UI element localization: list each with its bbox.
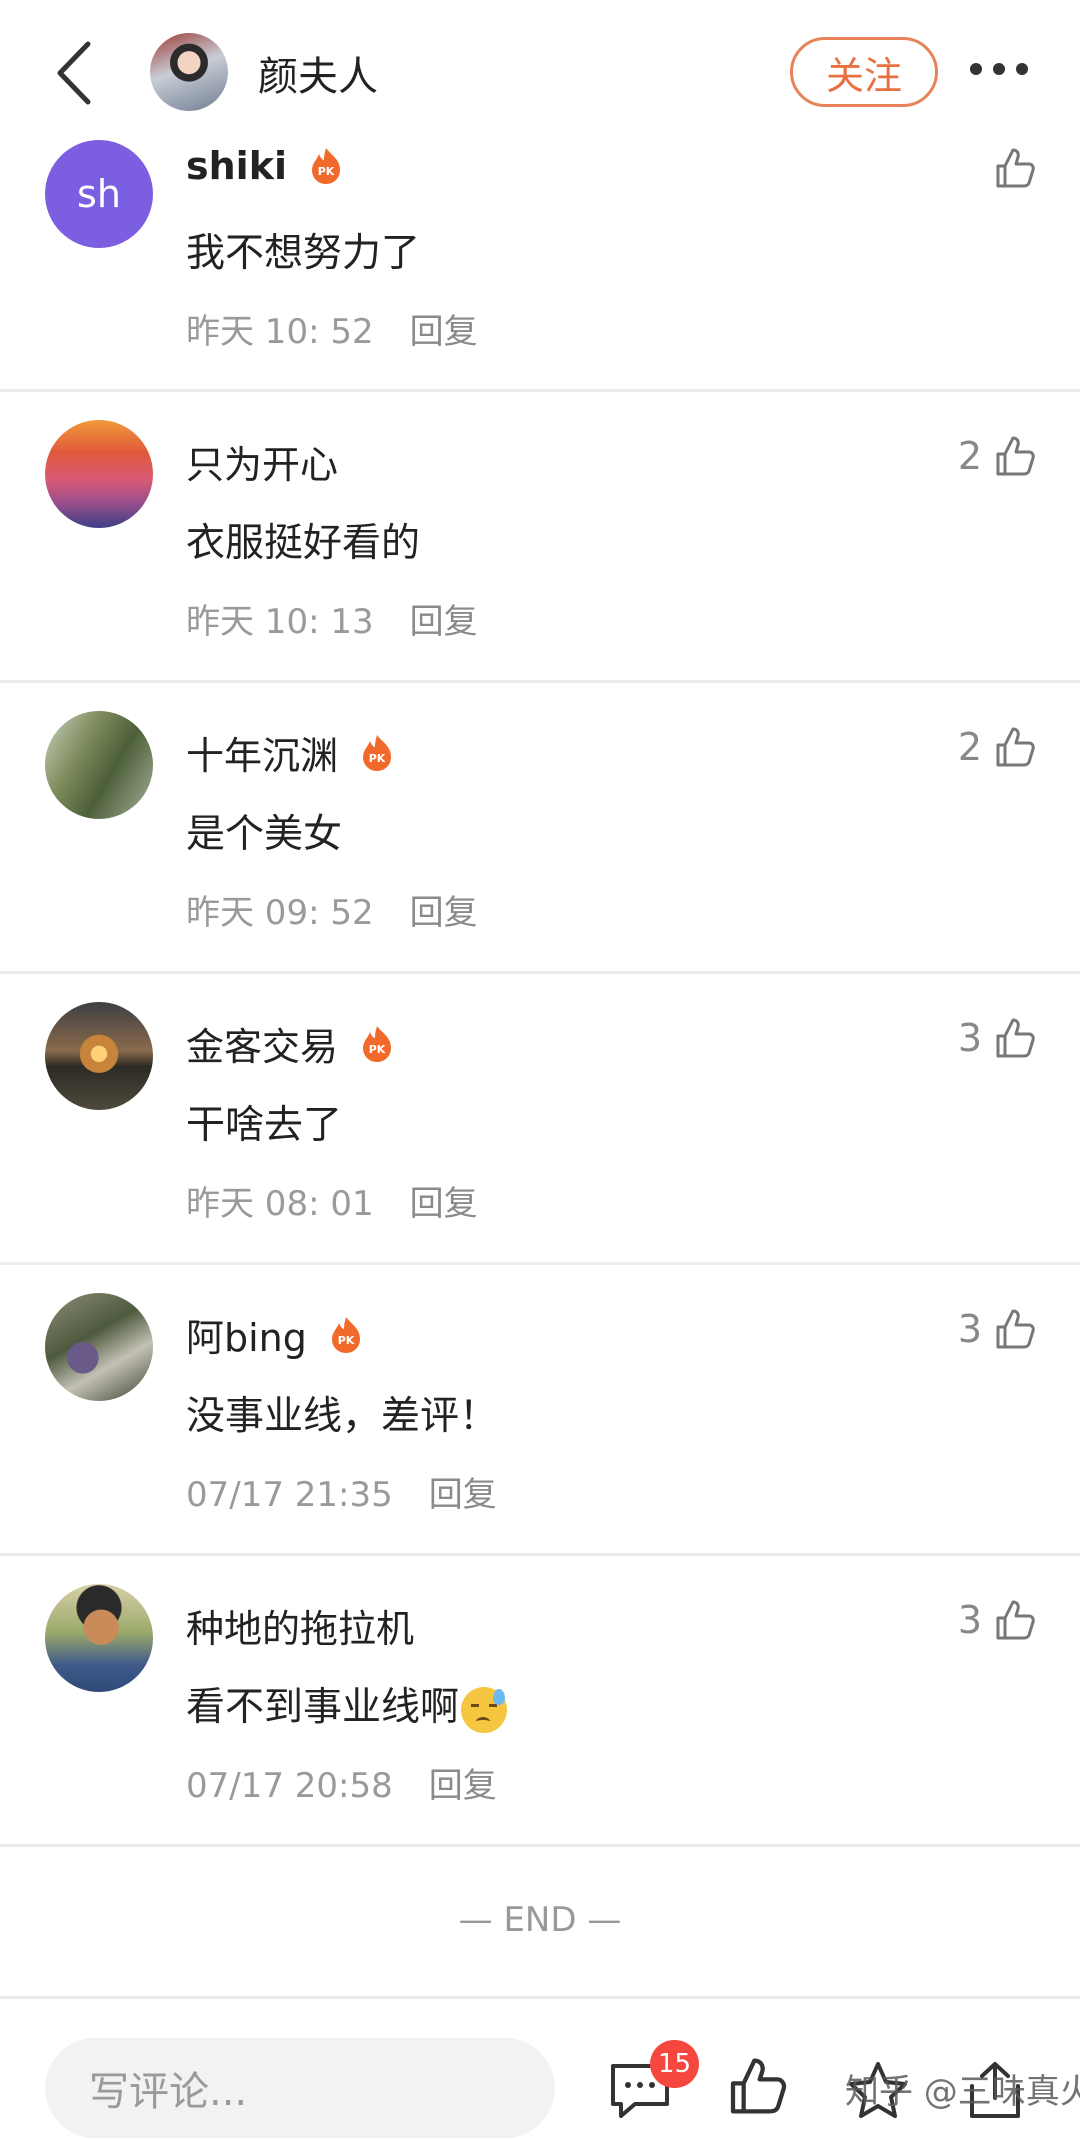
like-count: 2 [957, 725, 982, 769]
comment-author-name: 阿bing [186, 1316, 307, 1360]
pk-flame-icon: PK [360, 734, 394, 772]
like-button[interactable]: 3 [958, 1596, 1038, 1644]
comment-time: 07/17 20:58 [186, 1766, 393, 1806]
comment-meta: 昨天 08: 01 回复 [186, 1176, 478, 1225]
back-arrow-icon [57, 41, 91, 105]
comment-text: 是个美女 [186, 812, 343, 857]
avatar[interactable] [45, 1293, 153, 1401]
thumbs-up-icon [996, 1309, 1035, 1349]
comment-count-badge: 15 [650, 2040, 700, 2088]
comment-author-name: 十年沉渊 [186, 734, 339, 778]
comment-author[interactable]: 种地的拖拉机 [186, 1598, 414, 1653]
comment-author[interactable]: 只为开心 [186, 434, 338, 489]
thumbs-up-icon [730, 2058, 787, 2114]
reply-button[interactable]: 回复 [410, 312, 478, 352]
comment-meta: 昨天 10: 52 回复 [186, 304, 478, 353]
thumbs-up-icon [996, 148, 1035, 188]
divider [0, 1996, 1080, 1999]
avatar[interactable] [45, 420, 153, 528]
comment-meta: 昨天 09: 52 回复 [186, 885, 478, 934]
comment-time: 昨天 09: 52 [186, 893, 374, 933]
svg-text:PK: PK [318, 165, 335, 178]
sad-sweat-emoji [461, 1686, 508, 1733]
bottom-bar: 写评论... 15 知乎 @三味真火 [0, 2000, 1080, 2140]
comment-item: 阿bing PK 没事业线，差评！ 07/17 21:35 回复 3 [0, 1265, 1080, 1556]
comment-item: 只为开心 衣服挺好看的 昨天 10: 13 回复 2 [0, 392, 1080, 683]
comment-item: 种地的拖拉机 看不到事业线啊 07/17 20:58 回复 3 [0, 1556, 1080, 1847]
comment-time: 昨天 10: 13 [186, 602, 374, 642]
avatar[interactable] [45, 711, 153, 819]
like-button[interactable]: 2 [958, 723, 1038, 771]
comment-text: 我不想努力了 [186, 231, 421, 276]
avatar[interactable] [45, 1002, 153, 1110]
comment-author[interactable]: 金客交易 PK [186, 1016, 394, 1071]
like-count: 2 [957, 434, 982, 478]
comment-text: 没事业线，差评！ [186, 1394, 499, 1439]
reply-button[interactable]: 回复 [429, 1475, 497, 1515]
comment-author[interactable]: shiki PK [186, 144, 343, 188]
thumbs-up-icon [996, 1018, 1035, 1058]
reply-button[interactable]: 回复 [410, 1184, 478, 1224]
comment-input[interactable]: 写评论... [45, 2038, 555, 2138]
like-button[interactable]: 3 [958, 1305, 1038, 1353]
comment-time: 昨天 08: 01 [186, 1184, 374, 1224]
like-count: 3 [957, 1016, 982, 1060]
comment-item: sh shiki PK 我不想努力了 昨天 10: 52 回复 [0, 100, 1080, 392]
thumbs-up-icon [996, 727, 1035, 767]
watermark-text: 知乎 @三味真火 [845, 2072, 1080, 2112]
like-button[interactable] [982, 144, 1038, 192]
comment-item: 金客交易 PK 干啥去了 昨天 08: 01 回复 3 [0, 974, 1080, 1265]
svg-text:PK: PK [338, 1334, 355, 1347]
end-of-list-text: — END — [458, 1900, 622, 1940]
svg-text:PK: PK [369, 752, 386, 765]
like-button[interactable]: 3 [958, 1014, 1038, 1062]
author-name[interactable]: 颜夫人 [258, 44, 378, 102]
like-post-button[interactable] [725, 2052, 789, 2120]
like-button[interactable]: 2 [958, 432, 1038, 480]
comment-text: 衣服挺好看的 [186, 521, 421, 566]
comment-time: 昨天 10: 52 [186, 312, 374, 352]
comment-meta: 昨天 10: 13 回复 [186, 594, 478, 643]
avatar[interactable] [45, 1584, 153, 1692]
comment-meta: 07/17 21:35 回复 [186, 1467, 497, 1516]
thumbs-up-icon [996, 1600, 1035, 1640]
reply-button[interactable]: 回复 [410, 893, 478, 933]
top-bar: 颜夫人 关注 [0, 0, 1080, 140]
author-avatar[interactable] [150, 33, 228, 111]
svg-text:PK: PK [369, 1043, 386, 1056]
comment-text-content: 看不到事业线啊 [186, 1685, 460, 1730]
pk-flame-icon: PK [309, 147, 343, 185]
comment-author[interactable]: 阿bing PK [186, 1307, 363, 1362]
more-dots-icon[interactable] [970, 54, 1036, 84]
back-button[interactable] [50, 38, 100, 108]
like-count: 3 [957, 1307, 982, 1351]
reply-button[interactable]: 回复 [429, 1766, 497, 1806]
follow-button[interactable]: 关注 [790, 37, 938, 107]
comment-item: 十年沉渊 PK 是个美女 昨天 09: 52 回复 2 [0, 683, 1080, 974]
avatar[interactable]: sh [45, 140, 153, 248]
comment-author-name: 金客交易 [186, 1025, 339, 1069]
thumbs-up-icon [996, 436, 1035, 476]
comment-author[interactable]: 十年沉渊 PK [186, 725, 394, 780]
like-count: 3 [957, 1598, 982, 1642]
comment-author-name: 只为开心 [186, 443, 339, 487]
avatar-initials: sh [77, 172, 121, 216]
comment-text: 看不到事业线啊 [186, 1676, 508, 1733]
comment-time: 07/17 21:35 [186, 1475, 393, 1515]
pk-flame-icon: PK [360, 1025, 394, 1063]
comment-text: 干啥去了 [186, 1103, 343, 1148]
comment-author-name: shiki [186, 144, 287, 188]
comment-author-name: 种地的拖拉机 [186, 1607, 415, 1651]
comment-meta: 07/17 20:58 回复 [186, 1758, 497, 1807]
reply-button[interactable]: 回复 [410, 602, 478, 642]
pk-flame-icon: PK [329, 1316, 363, 1354]
